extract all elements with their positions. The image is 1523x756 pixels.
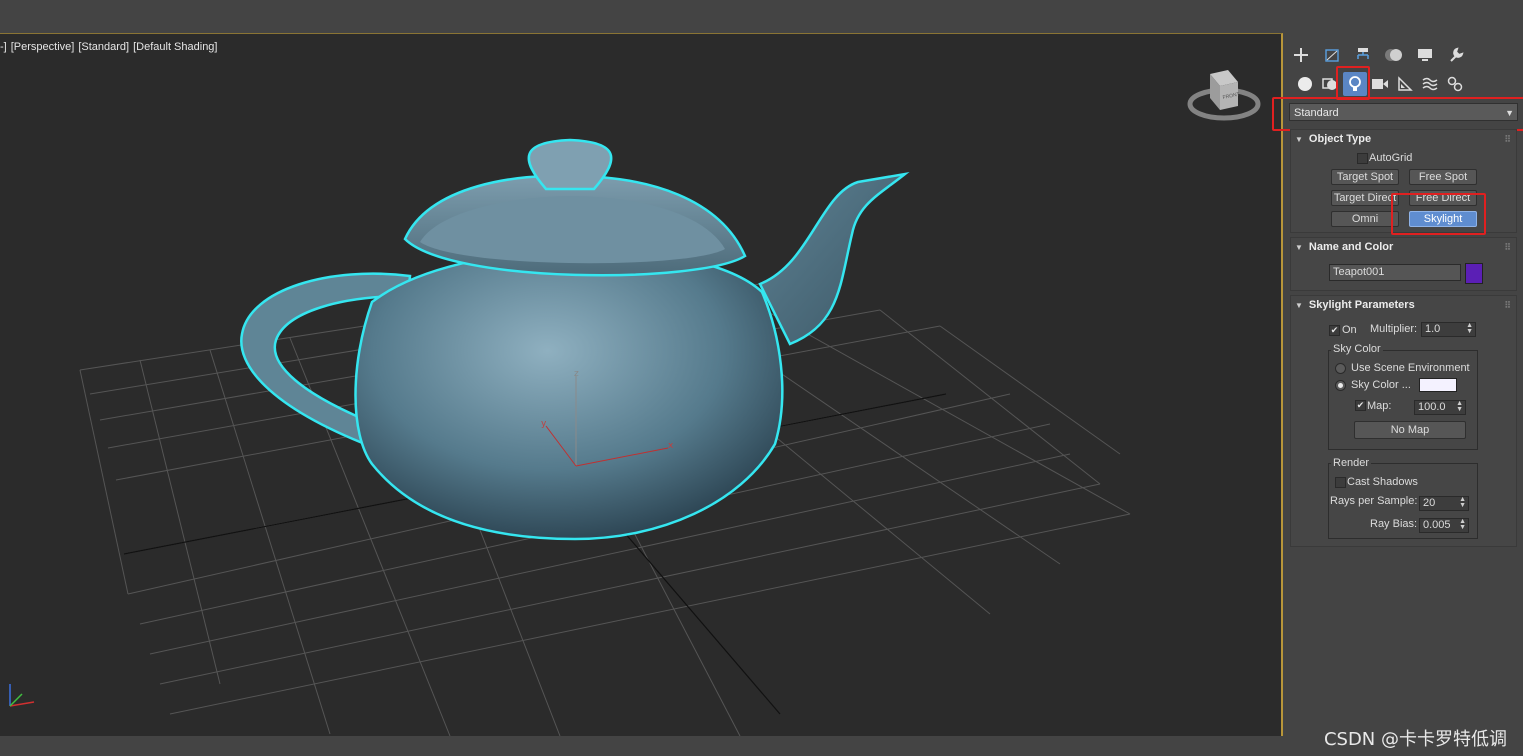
utilities-icon[interactable] [1444, 43, 1468, 67]
spacewarps-icon[interactable] [1418, 72, 1442, 96]
spinner-arrows-icon[interactable]: ▲ ▼ [1459, 496, 1466, 509]
perspective-viewport[interactable]: z x y FRONT -] [Perspective] [Standard] [De… [0, 33, 1283, 737]
create-category-tabs [1293, 70, 1468, 98]
map-amount-spinner[interactable]: 100.0 ▲ ▼ [1414, 400, 1466, 415]
skylight-parameters-rollout: ▼ Skylight Parameters ⠿ ✔ On Multiplier: 1… [1290, 295, 1517, 547]
collapse-icon: ▼ [1295, 301, 1303, 310]
viewport-pov-label[interactable]: [Perspective] [11, 41, 75, 53]
viewport-scene: z x y FRONT [9, 70, 1261, 736]
omni-button[interactable]: Omni [1331, 211, 1399, 227]
pivot-x-label: x [668, 441, 674, 451]
use-scene-env-radio[interactable] [1335, 363, 1346, 374]
display-icon[interactable] [1413, 43, 1437, 67]
on-label: On [1342, 324, 1357, 336]
object-type-title: Object Type [1308, 133, 1372, 145]
viewport-label[interactable]: -] [Perspective] [Standard] [Default Shadin… [0, 41, 221, 53]
grip-icon: ⠿ [1504, 242, 1511, 252]
command-panel-tabs [1289, 41, 1475, 69]
map-label: Map: [1367, 400, 1392, 412]
sky-color-label: Sky Color ... [1351, 379, 1411, 391]
free-spot-button[interactable]: Free Spot [1409, 169, 1477, 185]
ray-bias-label: Ray Bias: [1370, 518, 1418, 530]
rays-per-sample-label: Rays per Sample: [1330, 495, 1418, 507]
top-toolbar [0, 0, 1523, 32]
rays-per-sample-spinner[interactable]: 20 ▲ ▼ [1419, 496, 1469, 511]
skylight-parameters-header[interactable]: ▼ Skylight Parameters ⠿ [1291, 296, 1516, 314]
viewport-display-label[interactable]: [Default Shading] [133, 41, 217, 53]
pivot-z-label: z [574, 369, 579, 379]
object-category-dropdown[interactable]: Standard ▼ [1289, 103, 1518, 121]
cast-shadows-checkbox[interactable] [1335, 477, 1346, 488]
spinner-arrows-icon[interactable]: ▲ ▼ [1466, 322, 1473, 335]
modify-icon[interactable] [1320, 43, 1344, 67]
map-amount-value: 100.0 [1418, 401, 1446, 413]
viewcube: FRONT [1187, 70, 1261, 121]
pivot-y-label: y [541, 419, 547, 429]
name-and-color-header[interactable]: ▼ Name and Color ⠿ [1291, 238, 1516, 256]
name-and-color-title: Name and Color [1308, 241, 1394, 253]
name-and-color-rollout: ▼ Name and Color ⠿ Teapot001 [1290, 237, 1517, 291]
collapse-icon: ▼ [1295, 243, 1303, 252]
multiplier-value: 1.0 [1425, 323, 1441, 335]
object-category-value: Standard [1294, 107, 1339, 119]
geometry-icon[interactable] [1293, 72, 1317, 96]
skylight-button[interactable]: Skylight [1409, 211, 1477, 227]
render-group-title: Render [1331, 457, 1372, 469]
sky-color-swatch[interactable] [1419, 378, 1457, 392]
no-map-button[interactable]: No Map [1354, 421, 1466, 439]
create-icon[interactable] [1289, 43, 1313, 67]
object-type-rollout: ▼ Object Type ⠿ AutoGrid Target Spot Free … [1290, 129, 1517, 233]
target-spot-button[interactable]: Target Spot [1331, 169, 1399, 185]
rays-per-sample-value: 20 [1423, 497, 1436, 509]
collapse-icon: ▼ [1295, 135, 1303, 144]
watermark: CSDN @卡卡罗特低调 [1323, 729, 1507, 750]
grip-icon: ⠿ [1504, 134, 1511, 144]
sky-color-group-title: Sky Color [1331, 343, 1383, 355]
object-name-field[interactable]: Teapot001 [1329, 264, 1461, 281]
autogrid-label: AutoGrid [1369, 152, 1413, 164]
grip-icon: ⠿ [1504, 300, 1511, 310]
object-color-swatch[interactable] [1465, 263, 1483, 284]
spinner-arrows-icon[interactable]: ▲ ▼ [1459, 518, 1466, 531]
world-axis-gizmo [9, 684, 35, 707]
use-scene-env-label: Use Scene Environment [1351, 362, 1470, 374]
autogrid-checkbox[interactable] [1357, 153, 1368, 164]
map-checkbox[interactable]: ✔ [1355, 400, 1366, 411]
hierarchy-icon[interactable] [1351, 43, 1375, 67]
free-direct-button[interactable]: Free Direct [1409, 190, 1477, 206]
ray-bias-spinner[interactable]: 0.005 ▲ ▼ [1419, 518, 1469, 533]
teapot-body [354, 248, 784, 541]
viewport-shading-label[interactable]: [Standard] [78, 41, 129, 53]
motion-icon[interactable] [1382, 43, 1406, 67]
on-checkbox[interactable]: ✔ [1329, 325, 1340, 336]
viewport-menu-label[interactable]: -] [0, 41, 7, 53]
lights-icon[interactable] [1343, 72, 1367, 96]
skylight-parameters-title: Skylight Parameters [1308, 299, 1415, 311]
helpers-icon[interactable] [1393, 72, 1417, 96]
sky-color-radio[interactable] [1335, 380, 1346, 391]
multiplier-label: Multiplier: [1370, 323, 1418, 335]
target-direct-button[interactable]: Target Direct [1331, 190, 1399, 206]
command-panel: Standard ▼ ▼ Object Type ⠿ AutoGrid Target… [1272, 33, 1523, 735]
dropdown-arrow-icon[interactable]: ▼ [1505, 104, 1514, 122]
status-bar [0, 736, 1523, 756]
cameras-icon[interactable] [1368, 72, 1392, 96]
ray-bias-value: 0.005 [1423, 519, 1451, 531]
shapes-icon[interactable] [1318, 72, 1342, 96]
spinner-arrows-icon[interactable]: ▲ ▼ [1456, 400, 1463, 413]
object-type-header[interactable]: ▼ Object Type ⠿ [1291, 130, 1516, 148]
multiplier-spinner[interactable]: 1.0 ▲ ▼ [1421, 322, 1476, 337]
systems-icon[interactable] [1443, 72, 1467, 96]
cast-shadows-label: Cast Shadows [1347, 476, 1418, 488]
teapot-knob [527, 138, 613, 191]
